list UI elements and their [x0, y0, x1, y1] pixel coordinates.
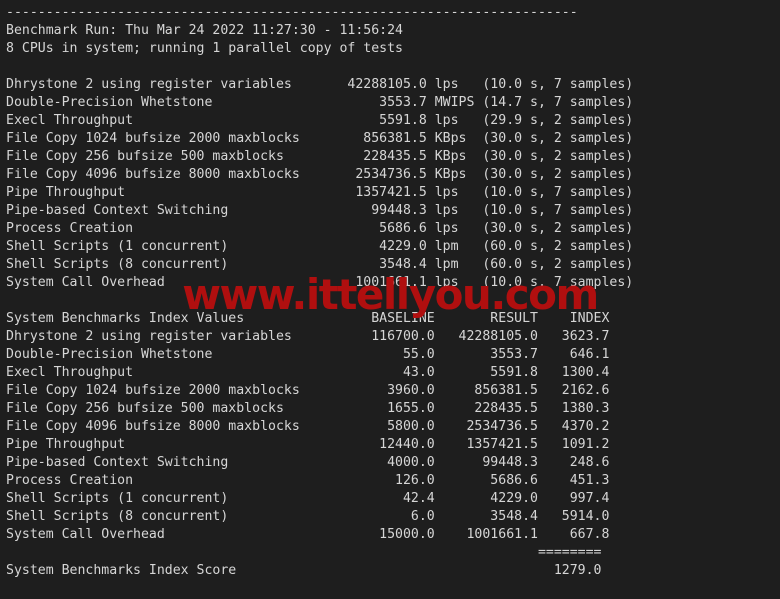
index-row: Shell Scripts (1 concurrent) 42.4 4229.0… [6, 491, 610, 506]
index-row: File Copy 1024 bufsize 2000 maxblocks 39… [6, 383, 610, 398]
result-row: File Copy 1024 bufsize 2000 maxblocks 85… [6, 131, 634, 146]
spacer-1 [6, 58, 780, 76]
result-row: Shell Scripts (1 concurrent) 4229.0 lpm … [6, 239, 634, 254]
index-row: Pipe-based Context Switching 4000.0 9944… [6, 455, 610, 470]
result-row: System Call Overhead 1001661.1 lps (10.0… [6, 275, 634, 290]
benchmark-run-header: Benchmark Run: Thu Mar 24 2022 11:27:30 … [6, 23, 403, 38]
terminal-window: ----------------------------------------… [0, 0, 780, 599]
index-row: File Copy 256 bufsize 500 maxblocks 1655… [6, 401, 610, 416]
index-row: Pipe Throughput 12440.0 1357421.5 1091.2 [6, 437, 610, 452]
index-score-row: System Benchmarks Index Score 1279.0 [6, 563, 602, 578]
result-row: Execl Throughput 5591.8 lps (29.9 s, 2 s… [6, 113, 634, 128]
result-row: Pipe Throughput 1357421.5 lps (10.0 s, 7… [6, 185, 634, 200]
cpu-info-header: 8 CPUs in system; running 1 parallel cop… [6, 41, 403, 56]
terminal-output: ----------------------------------------… [6, 4, 780, 580]
result-row: Dhrystone 2 using register variables 422… [6, 77, 634, 92]
index-row: Shell Scripts (8 concurrent) 6.0 3548.4 … [6, 509, 610, 524]
result-row: Process Creation 5686.6 lps (30.0 s, 2 s… [6, 221, 634, 236]
result-row: File Copy 4096 bufsize 8000 maxblocks 25… [6, 167, 634, 182]
index-score-separator: ======== [6, 545, 602, 560]
separator-line-top: ----------------------------------------… [6, 5, 578, 20]
spacer-2 [6, 292, 780, 310]
result-row: Double-Precision Whetstone 3553.7 MWIPS … [6, 95, 634, 110]
index-row: File Copy 4096 bufsize 8000 maxblocks 58… [6, 419, 610, 434]
index-table-header: System Benchmarks Index Values BASELINE … [6, 311, 610, 326]
result-row: Shell Scripts (8 concurrent) 3548.4 lpm … [6, 257, 634, 272]
index-row: Execl Throughput 43.0 5591.8 1300.4 [6, 365, 610, 380]
index-row: System Call Overhead 15000.0 1001661.1 6… [6, 527, 610, 542]
result-row: File Copy 256 bufsize 500 maxblocks 2284… [6, 149, 634, 164]
index-row: Double-Precision Whetstone 55.0 3553.7 6… [6, 347, 610, 362]
result-row: Pipe-based Context Switching 99448.3 lps… [6, 203, 634, 218]
index-row: Process Creation 126.0 5686.6 451.3 [6, 473, 610, 488]
index-row: Dhrystone 2 using register variables 116… [6, 329, 610, 344]
